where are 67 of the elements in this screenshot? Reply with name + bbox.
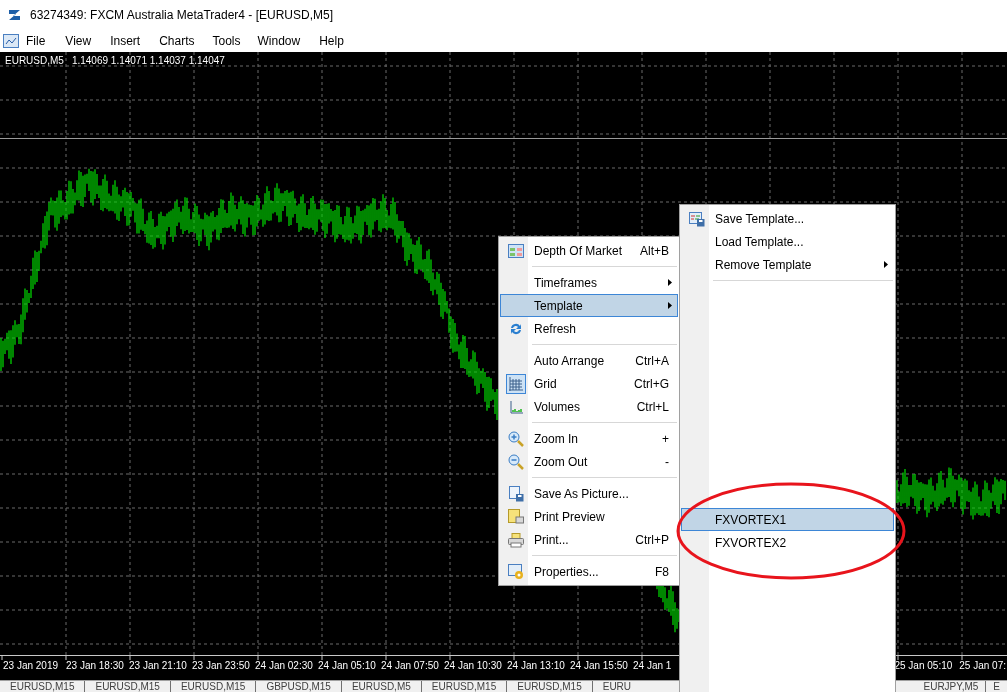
settings-icon — [506, 561, 526, 582]
time-label: 24 Jan 15:50 — [570, 659, 629, 673]
menu-item[interactable]: FXVORTEX1 — [681, 508, 894, 531]
time-label: 24 Jan 10:30 — [444, 659, 503, 673]
chart-tab[interactable]: E — [985, 681, 1007, 692]
menu-item[interactable]: Print... Ctrl+P — [500, 528, 678, 551]
chart-window-icon[interactable] — [3, 34, 19, 48]
shortcut-label: Ctrl+P — [635, 531, 670, 549]
menu-item[interactable]: Save As Picture... — [500, 482, 678, 505]
zoom-in-icon — [506, 428, 526, 449]
zoom-out-icon — [506, 451, 526, 472]
price-quote: 1.14069 1.14071 1.14037 1.14047 — [71, 55, 225, 67]
menu-item[interactable]: Template — [500, 294, 678, 317]
menu-item[interactable]: FXVORTEX2 — [681, 531, 894, 554]
chart-tab[interactable]: GBPUSD,M15 — [255, 681, 341, 692]
chart-tab[interactable]: EURUSD,M15 — [84, 681, 170, 692]
menu-item[interactable]: Window — [257, 32, 301, 50]
menu-item[interactable]: Zoom Out - — [500, 450, 678, 473]
shortcut-label: Ctrl+G — [634, 375, 670, 393]
time-label: 24 Jan 13:10 — [507, 659, 566, 673]
menu-item[interactable]: File — [26, 32, 46, 50]
chart-tab[interactable]: EURJPY,M5 — [916, 681, 986, 692]
menu-item[interactable]: Zoom In + — [500, 427, 678, 450]
window-title: 63274349: FXCM Australia MetaTrader4 - [EURUSD,M5] — [30, 7, 333, 24]
submenu-arrow-icon — [668, 279, 672, 286]
shortcut-label: F8 — [655, 563, 670, 581]
menu-item[interactable]: Properties... F8 — [500, 560, 678, 583]
menu-item[interactable]: Load Template... — [681, 230, 894, 253]
menu-item[interactable]: Volumes Ctrl+L — [500, 395, 678, 418]
chart-tab[interactable]: EURUSD,M5 — [340, 681, 421, 692]
submenu-arrow-icon — [884, 261, 888, 268]
time-label: 23 Jan 23:50 — [192, 659, 251, 673]
time-label: 24 Jan 05:10 — [318, 659, 377, 673]
shortcut-label: Alt+B — [640, 242, 670, 260]
menu-item[interactable]: Insert — [110, 32, 141, 50]
time-label: 23 Jan 2019 — [3, 659, 60, 673]
chart-tab[interactable]: EURUSD,M15 — [506, 681, 592, 692]
menu-item[interactable]: Grid Ctrl+G — [500, 372, 678, 395]
submenu-arrow-icon — [668, 302, 672, 309]
shortcut-label: - — [665, 453, 670, 471]
time-label: 24 Jan 02:30 — [255, 659, 314, 673]
shortcut-label: Ctrl+A — [635, 352, 670, 370]
menu-item[interactable]: Charts — [159, 32, 195, 50]
time-label: 23 Jan 21:10 — [129, 659, 188, 673]
menu-item[interactable]: Save Template... — [681, 207, 894, 230]
menu-item[interactable]: Tools — [212, 32, 241, 50]
shortcut-label: Ctrl+L — [636, 398, 670, 416]
document-icon — [506, 506, 526, 527]
chart-symbol: EURUSD,M5 — [5, 55, 64, 67]
menu-item[interactable]: View — [65, 32, 92, 50]
menu-item[interactable]: Depth Of Market Alt+B — [500, 239, 678, 262]
time-label: 24 Jan 1 — [633, 659, 673, 673]
time-label: 25 Jan 07: — [959, 659, 1006, 673]
chart-tab[interactable]: EURUSD,M15 — [169, 681, 256, 692]
menu-item[interactable]: Auto Arrange Ctrl+A — [500, 349, 678, 372]
chart-tab[interactable]: EURUSD,M15 — [420, 681, 507, 692]
time-label: 24 Jan 07:50 — [381, 659, 440, 673]
menu-item[interactable]: Print Preview — [500, 505, 678, 528]
time-label: 23 Jan 18:30 — [66, 659, 125, 673]
app-logo-icon — [8, 8, 22, 22]
menu-item[interactable]: Timeframes — [500, 271, 678, 294]
menu-item[interactable]: Refresh — [500, 317, 678, 340]
chart-tab[interactable]: EURU — [591, 681, 642, 692]
menu-item[interactable]: Remove Template — [681, 253, 894, 276]
chart-tab[interactable]: EURUSD,M15 — [0, 681, 85, 692]
menu-item[interactable]: Help — [319, 32, 344, 50]
shortcut-label: + — [662, 430, 670, 448]
